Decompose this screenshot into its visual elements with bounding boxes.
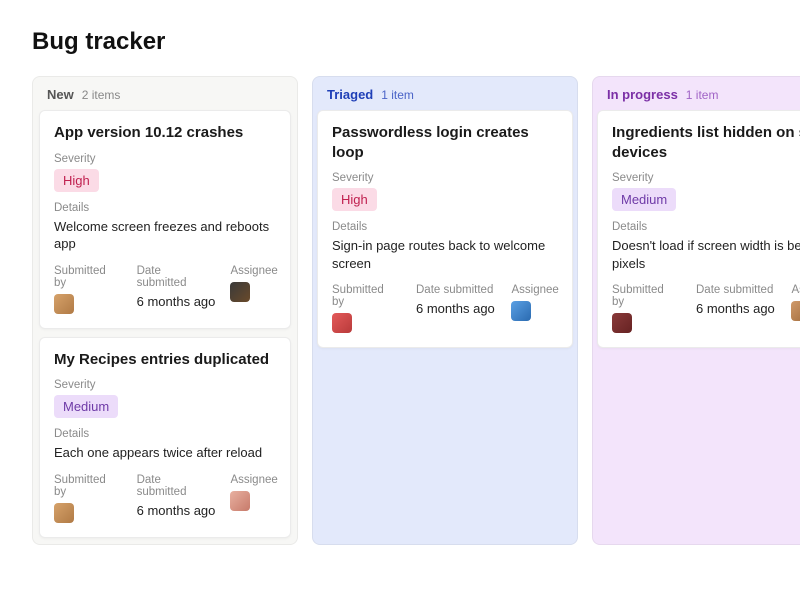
card-title: App version 10.12 crashes [54, 123, 276, 143]
column-count: 1 item [381, 88, 414, 102]
avatar[interactable] [612, 313, 632, 333]
column-count: 2 items [82, 88, 121, 102]
column-title: Triaged [327, 87, 373, 102]
submitted-by-label: Submitted by [54, 474, 119, 498]
bug-card[interactable]: Passwordless login creates loop Severity… [317, 110, 573, 348]
severity-badge: Medium [612, 188, 676, 211]
column-header: Triaged 1 item [313, 77, 577, 110]
details-text: Doesn't load if screen width is below pi… [612, 237, 800, 272]
submitted-by-label: Submitted by [54, 265, 119, 289]
avatar[interactable] [511, 301, 531, 321]
avatar[interactable] [791, 301, 800, 321]
assignee-label: Assignee [230, 474, 276, 486]
details-label: Details [332, 221, 558, 233]
submitted-by-label: Submitted by [612, 284, 678, 308]
bug-card[interactable]: My Recipes entries duplicated Severity M… [39, 337, 291, 538]
date-submitted-label: Date submitted [416, 284, 493, 296]
column-in-progress[interactable]: In progress 1 item Ingredients list hidd… [592, 76, 800, 545]
column-header: New 2 items [33, 77, 297, 110]
avatar[interactable] [230, 282, 250, 302]
bug-card[interactable]: App version 10.12 crashes Severity High … [39, 110, 291, 329]
card-meta: Submitted by Date submitted 6 months ago… [332, 284, 558, 333]
card-list: Passwordless login creates loop Severity… [313, 110, 577, 352]
page-title: Bug tracker [32, 28, 800, 56]
avatar[interactable] [54, 294, 74, 314]
column-new[interactable]: New 2 items App version 10.12 crashes Se… [32, 76, 298, 545]
card-title: My Recipes entries duplicated [54, 350, 276, 370]
avatar[interactable] [54, 503, 74, 523]
severity-label: Severity [54, 153, 276, 165]
severity-label: Severity [612, 172, 800, 184]
assignee-label: Assignee [791, 284, 800, 296]
assignee-label: Assignee [230, 265, 276, 277]
card-title: Ingredients list hidden on small devices [612, 123, 800, 162]
date-submitted: 6 months ago [137, 294, 213, 309]
bug-card[interactable]: Ingredients list hidden on small devices… [597, 110, 800, 348]
avatar[interactable] [230, 491, 250, 511]
date-submitted-label: Date submitted [696, 284, 773, 296]
avatar[interactable] [332, 313, 352, 333]
date-submitted: 6 months ago [696, 301, 773, 316]
card-meta: Submitted by Date submitted 6 months ago… [54, 474, 276, 523]
card-meta: Submitted by Date submitted 6 months ago… [612, 284, 800, 333]
severity-badge: High [332, 188, 377, 211]
date-submitted-label: Date submitted [137, 474, 213, 498]
date-submitted-label: Date submitted [137, 265, 213, 289]
card-list: Ingredients list hidden on small devices… [593, 110, 800, 352]
details-label: Details [54, 202, 276, 214]
severity-label: Severity [332, 172, 558, 184]
details-label: Details [54, 428, 276, 440]
column-count: 1 item [686, 88, 719, 102]
details-label: Details [612, 221, 800, 233]
details-text: Sign-in page routes back to welcome scre… [332, 237, 558, 272]
card-title: Passwordless login creates loop [332, 123, 558, 162]
card-list: App version 10.12 crashes Severity High … [33, 110, 297, 544]
column-header: In progress 1 item [593, 77, 800, 110]
severity-badge: Medium [54, 395, 118, 418]
column-title: New [47, 87, 74, 102]
assignee-label: Assignee [511, 284, 558, 296]
card-meta: Submitted by Date submitted 6 months ago… [54, 265, 276, 314]
severity-badge: High [54, 169, 99, 192]
column-triaged[interactable]: Triaged 1 item Passwordless login create… [312, 76, 578, 545]
date-submitted: 6 months ago [416, 301, 493, 316]
details-text: Welcome screen freezes and reboots app [54, 218, 276, 253]
submitted-by-label: Submitted by [332, 284, 398, 308]
date-submitted: 6 months ago [137, 503, 213, 518]
details-text: Each one appears twice after reload [54, 444, 276, 462]
kanban-board: New 2 items App version 10.12 crashes Se… [32, 76, 800, 545]
severity-label: Severity [54, 379, 276, 391]
column-title: In progress [607, 87, 678, 102]
